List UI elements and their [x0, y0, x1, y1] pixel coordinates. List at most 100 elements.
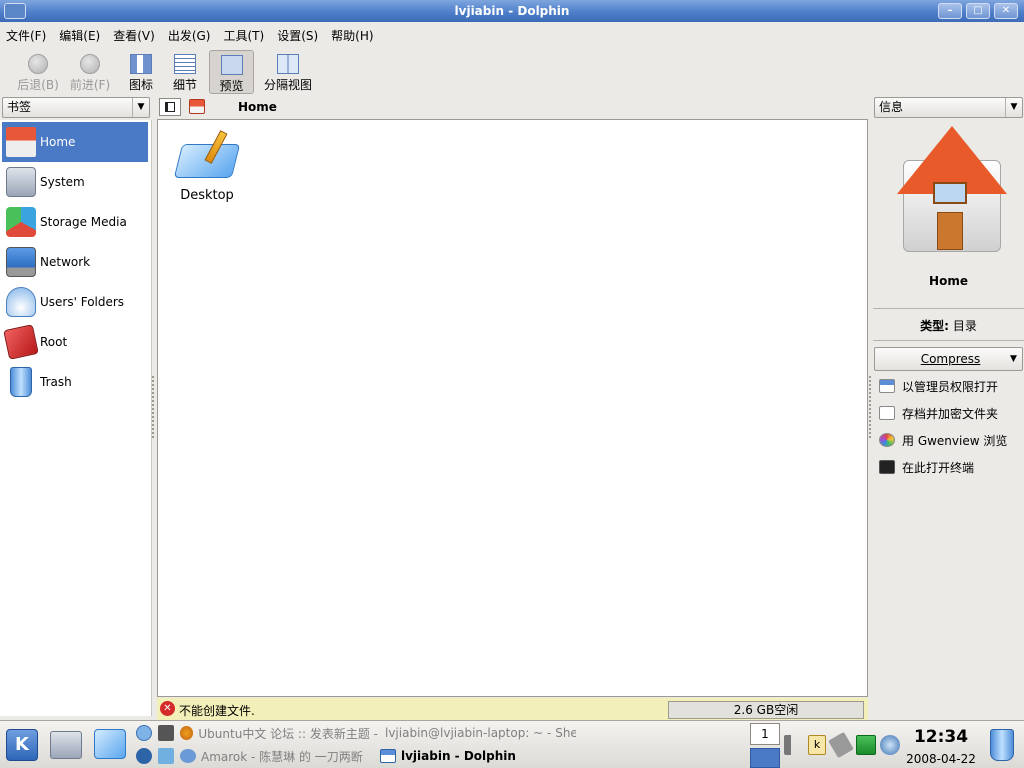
quick-launch-icon[interactable]: [136, 725, 152, 741]
menu-go[interactable]: 出发(G): [168, 27, 211, 44]
place-item-system[interactable]: System: [2, 162, 148, 202]
place-item-home[interactable]: Home: [2, 122, 148, 162]
places-panel-selector[interactable]: 书签 ▼: [2, 97, 150, 118]
details-view-icon: [174, 54, 196, 74]
window-menu-icon[interactable]: [4, 3, 26, 19]
menu-help[interactable]: 帮助(H): [331, 27, 373, 44]
free-space-indicator: 2.6 GB空闲: [668, 701, 864, 719]
desktop-folder-icon: [173, 130, 241, 184]
panel-splitter-handle[interactable]: [869, 376, 871, 438]
amarok-icon: [180, 749, 196, 763]
forward-button[interactable]: 前进(F): [64, 50, 116, 94]
error-icon: ✕: [160, 701, 175, 716]
quick-launch-icon[interactable]: [158, 748, 174, 764]
action-open-terminal[interactable]: 在此打开终端: [879, 457, 974, 477]
clock-time[interactable]: 12:34: [902, 727, 980, 747]
info-divider: [873, 308, 1024, 309]
place-item-trash[interactable]: Trash: [2, 362, 148, 402]
back-arrow-icon: [28, 54, 48, 74]
compress-button[interactable]: Compress ▼: [874, 347, 1023, 371]
network-tray-icon[interactable]: [828, 731, 854, 759]
home-icon: [6, 127, 36, 157]
task-amarok[interactable]: Amarok - 陈慧琳 的 一刀两断: [180, 745, 378, 767]
trash-applet-icon[interactable]: [990, 729, 1014, 761]
split-view-icon: [277, 54, 299, 74]
info-panel-selector[interactable]: 信息 ▼: [874, 97, 1023, 118]
chevron-down-icon: ▼: [132, 98, 149, 117]
split-view-button[interactable]: 分隔视图: [260, 50, 316, 94]
forward-arrow-icon: [80, 54, 100, 74]
system-launcher-icon[interactable]: [50, 731, 82, 759]
volume-icon[interactable]: [784, 735, 802, 755]
places-panel: Home System Storage Media Network Users'…: [0, 120, 152, 716]
file-item-desktop[interactable]: Desktop: [172, 122, 242, 206]
home-preview-icon: [897, 126, 1007, 256]
trash-icon: [10, 367, 32, 397]
quick-launch-icon[interactable]: [136, 748, 152, 764]
breadcrumb-home-icon[interactable]: [189, 99, 205, 114]
back-button[interactable]: 后退(B): [12, 50, 64, 94]
gwenview-icon: [879, 433, 895, 447]
toggle-editable-location-button[interactable]: [159, 98, 181, 116]
panel-splitter-handle[interactable]: [152, 376, 154, 438]
storage-icon: [6, 207, 36, 237]
action-open-as-admin[interactable]: 以管理员权限打开: [879, 376, 998, 396]
dolphin-icon: [380, 749, 396, 763]
network-icon: [6, 247, 36, 277]
pager-preview[interactable]: [750, 748, 780, 768]
klipper-icon[interactable]: k: [808, 735, 826, 755]
archive-icon: [879, 406, 895, 420]
details-view-button[interactable]: 细节: [166, 50, 204, 94]
terminal-icon: [879, 460, 895, 474]
place-item-storage-media[interactable]: Storage Media: [2, 202, 148, 242]
task-forum[interactable]: Ubuntu中文 论坛 :: 发表新主题 -: [180, 722, 378, 744]
info-type-value: 目录: [952, 319, 977, 333]
place-item-users-folders[interactable]: Users' Folders: [2, 282, 148, 322]
firefox-icon: [180, 726, 194, 740]
action-archive-encrypt[interactable]: 存档并加密文件夹: [879, 403, 998, 423]
info-item-name: Home: [929, 274, 968, 288]
menu-settings[interactable]: 设置(S): [277, 27, 318, 44]
quick-launch-icon[interactable]: [158, 725, 174, 741]
window-title: lvjiabin - Dolphin: [454, 4, 570, 18]
minimize-button[interactable]: –: [938, 3, 962, 19]
battery-icon[interactable]: [856, 735, 876, 755]
update-notifier-icon[interactable]: [880, 735, 900, 755]
menu-view[interactable]: 查看(V): [113, 27, 155, 44]
menu-edit[interactable]: 编辑(E): [59, 27, 100, 44]
file-view[interactable]: Desktop: [157, 119, 868, 697]
location-edit-icon: [165, 102, 175, 112]
admin-folder-icon: [879, 379, 895, 393]
taskbar: K Ubuntu中文 论坛 :: 发表新主题 - lvjiabin@lvjiab…: [0, 720, 1024, 768]
status-message: 不能创建文件.: [179, 704, 255, 718]
preview-view-icon: [220, 55, 243, 75]
icons-view-icon: [130, 54, 152, 74]
icons-view-button[interactable]: 图标: [122, 50, 160, 94]
system-icon: [6, 167, 36, 197]
info-panel: Home 类型: 目录 Compress ▼ 以管理员权限打开 存档并加密文件夹…: [873, 120, 1024, 716]
show-desktop-icon[interactable]: [94, 729, 126, 759]
maximize-button[interactable]: □: [966, 3, 990, 19]
menu-bar: 文件(F) 编辑(E) 查看(V) 出发(G) 工具(T) 设置(S) 帮助(H…: [0, 23, 1024, 47]
kmenu-icon[interactable]: K: [6, 729, 38, 761]
info-type-label: 类型:: [920, 319, 949, 333]
chevron-down-icon: ▼: [1010, 354, 1017, 364]
preview-view-button[interactable]: 预览: [209, 50, 254, 94]
place-item-root[interactable]: Root: [2, 322, 148, 362]
info-type: 类型: 目录: [873, 317, 1024, 334]
users-folders-icon: [6, 287, 36, 317]
root-icon: [3, 324, 39, 360]
clock-date[interactable]: 2008-04-22: [902, 752, 980, 766]
close-button[interactable]: ✕: [994, 3, 1018, 19]
info-divider: [873, 340, 1024, 341]
place-item-network[interactable]: Network: [2, 242, 148, 282]
desktop-pager[interactable]: 1: [750, 723, 780, 745]
menu-tools[interactable]: 工具(T): [223, 27, 264, 44]
title-bar[interactable]: lvjiabin - Dolphin – □ ✕: [0, 0, 1024, 22]
task-terminal[interactable]: lvjiabin@lvjiabin-laptop: ~ - She: [380, 722, 576, 744]
action-gwenview[interactable]: 用 Gwenview 浏览: [879, 430, 1007, 450]
task-dolphin[interactable]: lvjiabin - Dolphin: [380, 745, 576, 767]
menu-file[interactable]: 文件(F): [6, 27, 46, 44]
toolbar: 后退(B) 前进(F) 图标 细节 预览 分隔视图: [0, 48, 1024, 96]
breadcrumb-current[interactable]: Home: [238, 100, 277, 114]
